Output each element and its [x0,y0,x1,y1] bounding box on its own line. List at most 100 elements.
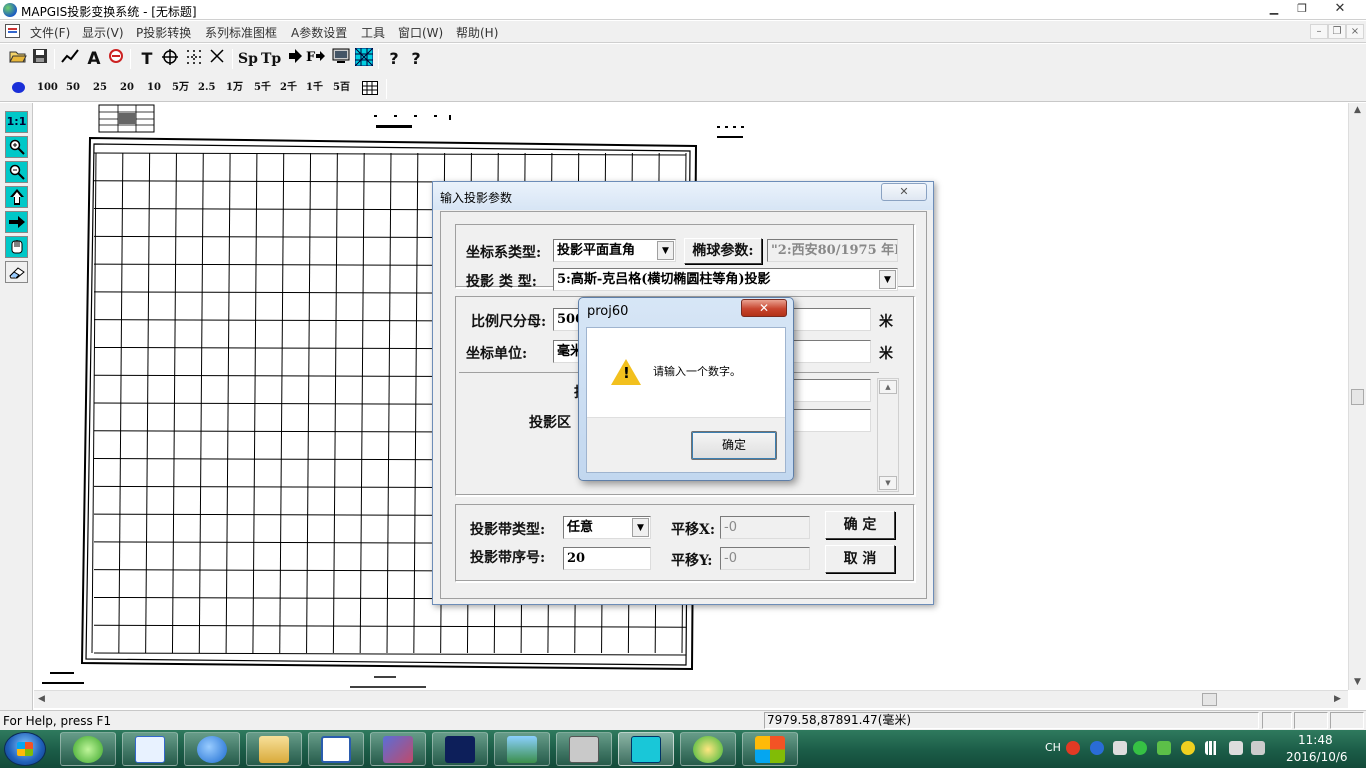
scale-50[interactable]: 50 [66,79,80,97]
ellipse-icon[interactable] [12,82,25,93]
maximize-button[interactable]: ❐ [1290,1,1314,17]
grid-table-icon[interactable] [362,81,378,98]
vertical-scroll-thumb[interactable] [1351,389,1364,405]
help-icon[interactable]: ? [384,48,404,70]
start-button[interactable] [4,732,46,766]
scroll-right-arrow-icon[interactable]: ▶ [1334,694,1341,704]
menu-params[interactable]: A参数设置 [291,24,347,41]
eraser-icon[interactable] [5,261,28,283]
scale-5bai[interactable]: 5百 [333,79,350,97]
task-mapgis-edit[interactable] [122,732,178,766]
whats-this-icon[interactable]: ? [406,48,426,70]
zoom-in-icon[interactable] [5,136,28,158]
scale-10[interactable]: 10 [147,79,161,97]
mdi-minimize-button[interactable]: – [1310,24,1328,39]
scale-25[interactable]: 25 [93,79,107,97]
band-type-select[interactable]: 任意 ▼ [563,516,651,539]
monitor-icon[interactable] [331,48,351,70]
recycle-icon[interactable] [1133,741,1147,755]
zoom-out-icon[interactable] [5,161,28,183]
input-language[interactable]: CH [1045,741,1061,754]
task-mapgis-projection[interactable] [618,732,674,766]
save-icon[interactable] [30,48,50,70]
scale-5wan[interactable]: 5万 [172,79,189,97]
tray-expand-icon[interactable] [1113,741,1127,755]
task-360-browser[interactable] [60,732,116,766]
menu-help[interactable]: 帮助(H) [456,24,498,41]
params-scrollbar[interactable]: ▲ ▼ [877,378,899,492]
task-360-security[interactable] [680,732,736,766]
menu-tools[interactable]: 工具 [361,24,385,41]
vertical-scrollbar[interactable]: ▲ ▼ [1348,103,1366,690]
scale-100[interactable]: 100 [37,79,58,97]
cancel-button[interactable]: 取 消 [825,545,895,573]
chevron-down-icon[interactable]: ▼ [632,518,649,537]
scroll-down-arrow-icon[interactable]: ▼ [879,476,897,490]
task-rocket-app[interactable] [432,732,488,766]
chevron-down-icon[interactable]: ▼ [657,241,674,260]
mdi-restore-button[interactable]: ❐ [1328,24,1346,39]
coord-type-select[interactable]: 投影平面直角 ▼ [553,239,676,262]
ok-button[interactable]: 确 定 [825,511,895,539]
ellipsoid-params-button[interactable]: 椭球参数: [684,238,762,264]
message-ok-button[interactable]: 确定 [691,431,777,460]
task-camera-app[interactable] [556,732,612,766]
menu-view[interactable]: 显示(V) [82,24,124,41]
menu-file[interactable]: 文件(F) [30,24,70,41]
task-internet-explorer[interactable] [184,732,240,766]
band-number-input[interactable]: 20 [563,547,651,570]
shield-icon[interactable] [1157,741,1171,755]
scale-20[interactable]: 20 [120,79,134,97]
close-button[interactable]: ✕ [1328,1,1352,17]
task-tiles-app[interactable] [742,732,798,766]
dotted-cross-icon[interactable] [184,48,204,70]
scroll-left-arrow-icon[interactable]: ◀ [38,694,45,704]
text-tool-icon[interactable]: T [137,48,157,70]
power-icon[interactable] [1251,741,1265,755]
chevron-down-icon[interactable]: ▼ [879,270,896,289]
scale-2-5[interactable]: 2.5 [198,79,215,97]
polyline-icon[interactable] [60,48,80,70]
arrow-right-icon[interactable] [285,48,305,70]
open-folder-icon[interactable] [8,48,28,70]
hand-icon[interactable] [5,236,28,258]
horizontal-scrollbar[interactable]: ◀ ▶ [34,690,1348,708]
delete-x-icon[interactable] [207,48,227,70]
dialog-close-button[interactable]: ✕ [881,183,927,201]
volume-icon[interactable] [1229,741,1243,755]
crosshair-circle-icon[interactable] [160,48,180,70]
one-to-one-button[interactable]: 1:1 [5,111,28,133]
clock-date[interactable]: 2016/10/6 [1286,750,1348,764]
help-tray-icon[interactable] [1090,741,1104,755]
tp-button[interactable]: Tp [261,48,281,70]
plus-tray-icon[interactable] [1181,741,1195,755]
scale-2qian[interactable]: 2千 [280,79,297,97]
no-entry-icon[interactable] [106,48,126,70]
move-arrow-icon[interactable] [5,211,28,233]
pan-up-icon[interactable] [5,186,28,208]
task-book-app[interactable] [370,732,426,766]
proj-type-select[interactable]: 5:高斯-克吕格(横切椭圆柱等角)投影 ▼ [553,268,898,291]
menu-projection[interactable]: P投影转换 [136,24,191,41]
scale-1wan[interactable]: 1万 [226,79,243,97]
task-picture-viewer[interactable] [494,732,550,766]
scale-1qian[interactable]: 1千 [306,79,323,97]
scroll-up-arrow-icon[interactable]: ▲ [879,380,897,394]
document-icon[interactable] [5,24,20,38]
mdi-close-button[interactable]: × [1346,24,1364,39]
minimize-button[interactable]: ▁ [1262,1,1286,17]
scale-5qian[interactable]: 5千 [254,79,271,97]
scroll-up-arrow-icon[interactable]: ▲ [1354,105,1361,115]
signal-icon[interactable] [1205,741,1219,755]
task-word[interactable] [308,732,364,766]
f-arrow-icon[interactable]: F [306,48,326,70]
task-explorer[interactable] [246,732,302,766]
grid-map-icon[interactable] [354,47,374,70]
sogou-icon[interactable] [1066,741,1080,755]
label-a-icon[interactable]: A [84,48,104,70]
clock-time[interactable]: 11:48 [1298,733,1333,747]
menu-standard-frame[interactable]: 系列标准图框 [205,24,277,41]
sp-button[interactable]: Sp [238,48,258,70]
horizontal-scroll-thumb[interactable] [1202,693,1217,706]
menu-window[interactable]: 窗口(W) [398,24,443,41]
